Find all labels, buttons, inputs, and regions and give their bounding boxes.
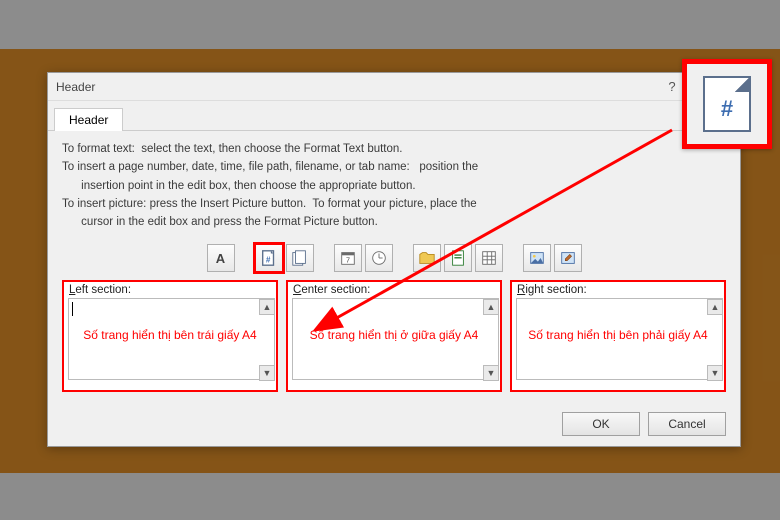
left-annotation: Số trang hiển thị bên trái giấy A4 — [64, 328, 276, 342]
header-dialog: Header ? ✕ Header To format text: select… — [47, 72, 741, 447]
tab-header[interactable]: Header — [54, 108, 123, 131]
scroll-down-icon[interactable]: ▼ — [259, 365, 275, 381]
left-section: Left section: ▲ ▼ Số trang hiển thị bên … — [62, 280, 278, 392]
sheet-name-icon — [480, 249, 498, 267]
instructions-text: To format text: select the text, then ch… — [48, 131, 740, 234]
insert-picture-icon — [528, 249, 546, 267]
tab-row: Header — [48, 107, 740, 131]
right-section-label: Right section: — [512, 282, 724, 296]
file-path-icon — [418, 249, 436, 267]
sections: Left section: ▲ ▼ Số trang hiển thị bên … — [48, 280, 740, 392]
right-section: Right section: ▲ ▼ Số trang hiển thị bên… — [510, 280, 726, 392]
center-section: Center section: ▲ ▼ Số trang hiển thị ở … — [286, 280, 502, 392]
file-name-icon — [449, 249, 467, 267]
insert-time-button[interactable] — [365, 244, 393, 272]
ok-button[interactable]: OK — [562, 412, 640, 436]
format-picture-button[interactable] — [554, 244, 582, 272]
time-icon — [370, 249, 388, 267]
page-number-icon-large: # — [703, 76, 751, 132]
right-annotation: Số trang hiển thị bên phải giấy A4 — [512, 328, 724, 342]
left-section-label: Left section: — [64, 282, 276, 296]
insert-file-name-button[interactable] — [444, 244, 472, 272]
insert-page-number-button[interactable]: # — [255, 244, 283, 272]
insert-date-button[interactable]: 7 — [334, 244, 362, 272]
scroll-up-icon[interactable]: ▲ — [483, 299, 499, 315]
insert-sheet-name-button[interactable] — [475, 244, 503, 272]
insert-picture-button[interactable] — [523, 244, 551, 272]
text-cursor — [72, 302, 73, 316]
center-annotation: Số trang hiển thị ở giữa giấy A4 — [288, 328, 500, 342]
insert-pages-button[interactable] — [286, 244, 314, 272]
scroll-up-icon[interactable]: ▲ — [259, 299, 275, 315]
scroll-up-icon[interactable]: ▲ — [707, 299, 723, 315]
svg-text:#: # — [265, 256, 270, 265]
pages-icon — [291, 249, 309, 267]
dialog-title: Header — [56, 80, 652, 94]
titlebar: Header ? ✕ — [48, 73, 740, 101]
insert-file-path-button[interactable] — [413, 244, 441, 272]
format-picture-icon — [559, 249, 577, 267]
date-icon: 7 — [339, 249, 357, 267]
format-text-button[interactable]: A — [207, 244, 235, 272]
page-number-icon: # — [260, 249, 278, 267]
svg-text:7: 7 — [346, 256, 350, 265]
center-section-label: Center section: — [288, 282, 500, 296]
scroll-down-icon[interactable]: ▼ — [483, 365, 499, 381]
toolbar: A # 7 — [48, 244, 740, 272]
scroll-down-icon[interactable]: ▼ — [707, 365, 723, 381]
callout-page-number-icon: # — [682, 59, 772, 149]
cancel-button[interactable]: Cancel — [648, 412, 726, 436]
dialog-footer: OK Cancel — [562, 412, 726, 436]
